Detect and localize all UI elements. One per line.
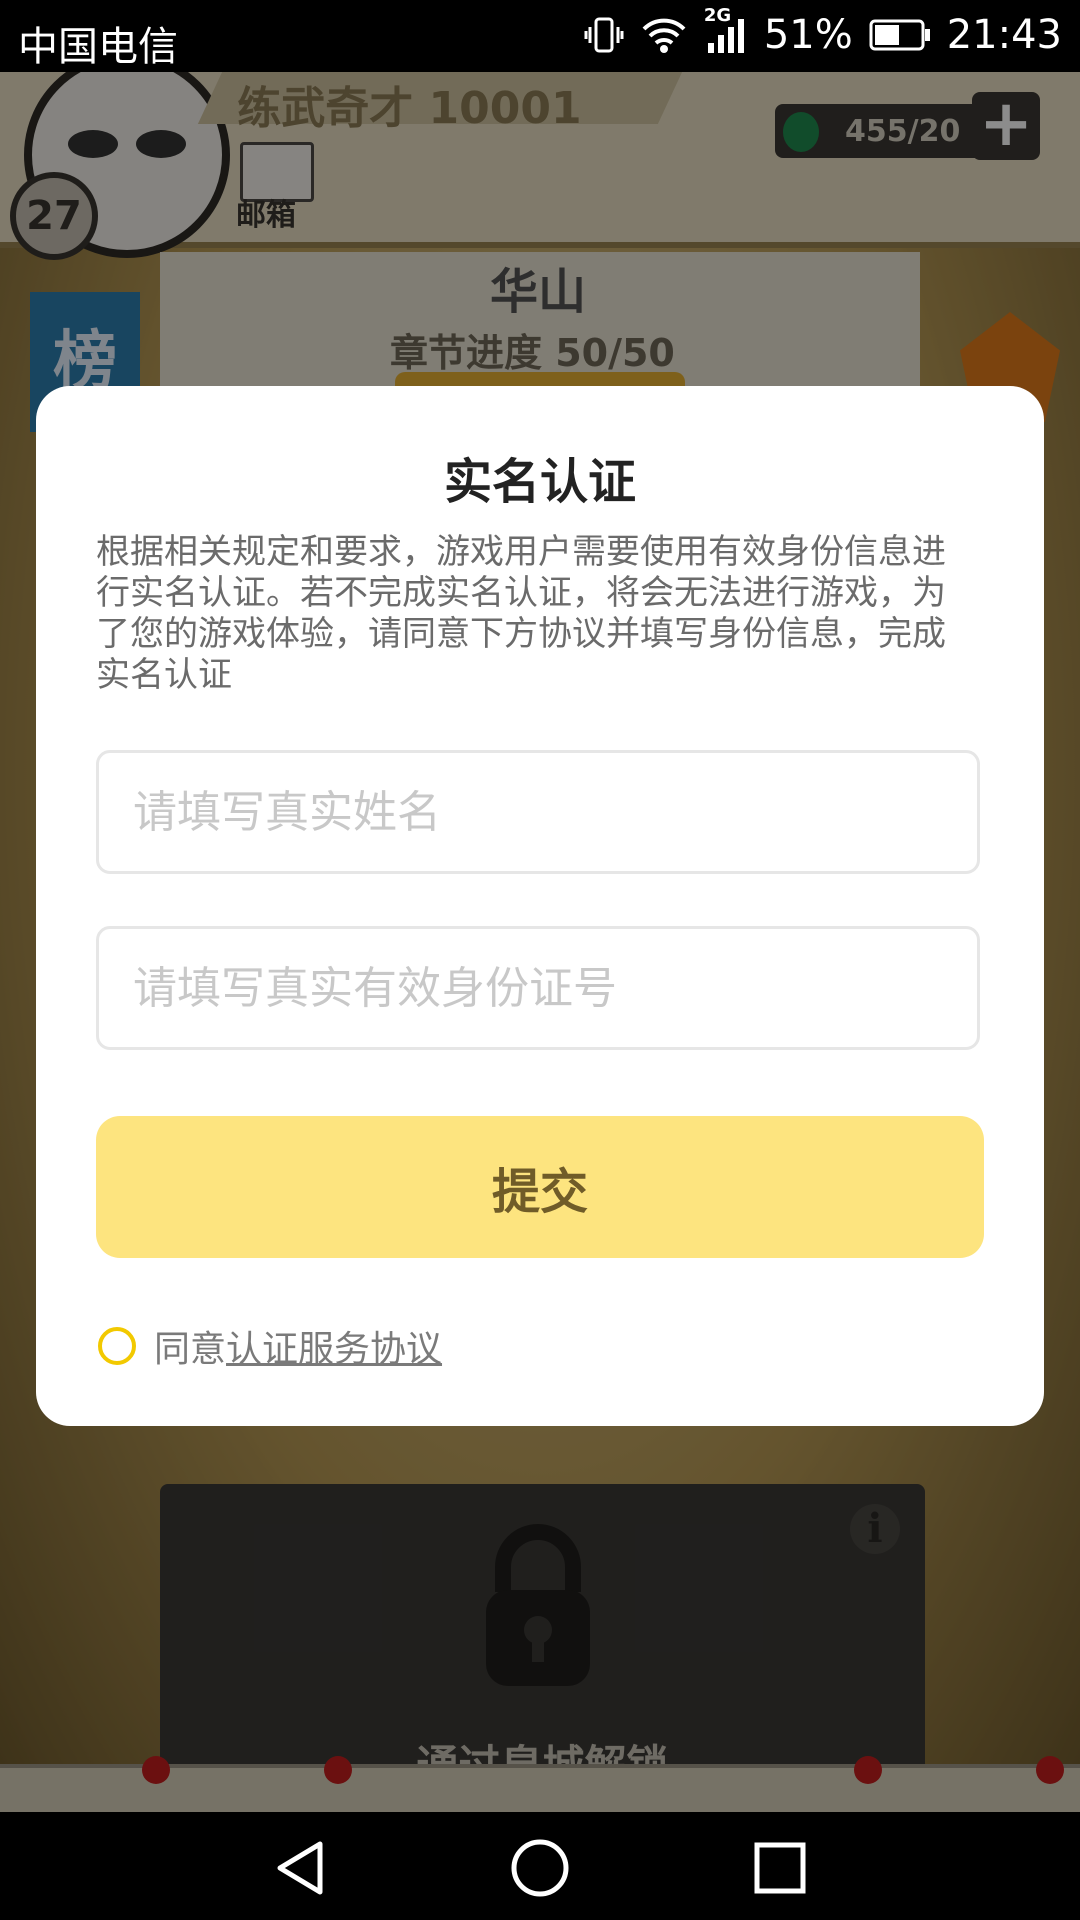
back-icon[interactable] <box>272 1838 328 1898</box>
status-bar: 中国电信 2G 51% 21:43 <box>0 0 1080 72</box>
service-agreement-link[interactable]: 认证服务协议 <box>226 1320 442 1372</box>
system-nav-bar <box>0 1812 1080 1920</box>
real-name-verification-dialog: 实名认证 根据相关规定和要求，游戏用户需要使用有效身份信息进行实名认证。若不完成… <box>36 386 1044 1426</box>
battery-icon <box>869 18 931 52</box>
submit-button[interactable]: 提交 <box>96 1116 984 1258</box>
agree-prefix: 同意 <box>154 1329 227 1370</box>
real-name-field[interactable] <box>96 750 980 874</box>
vibrate-icon <box>584 15 624 55</box>
id-number-input[interactable] <box>99 929 977 1047</box>
dialog-title: 实名认证 <box>443 454 636 510</box>
agree-radio[interactable] <box>98 1327 136 1365</box>
real-name-input[interactable] <box>99 753 977 871</box>
agreement-row: 同意 认证服务协议 <box>98 1316 442 1376</box>
wifi-icon <box>640 15 688 55</box>
dialog-description: 根据相关规定和要求，游戏用户需要使用有效身份信息进行实名认证。若不完成实名认证，… <box>96 532 946 695</box>
home-icon[interactable] <box>510 1838 570 1898</box>
clock: 21:43 <box>946 12 1062 58</box>
id-number-field[interactable] <box>96 926 980 1050</box>
battery-percent: 51% <box>763 12 853 58</box>
status-icons: 2G 51% 21:43 <box>584 5 1062 58</box>
network-type-label: 2G <box>703 5 732 26</box>
recents-icon[interactable] <box>752 1838 808 1898</box>
cell-signal-icon: 2G <box>704 5 748 57</box>
carrier-name: 中国电信 <box>18 24 178 70</box>
